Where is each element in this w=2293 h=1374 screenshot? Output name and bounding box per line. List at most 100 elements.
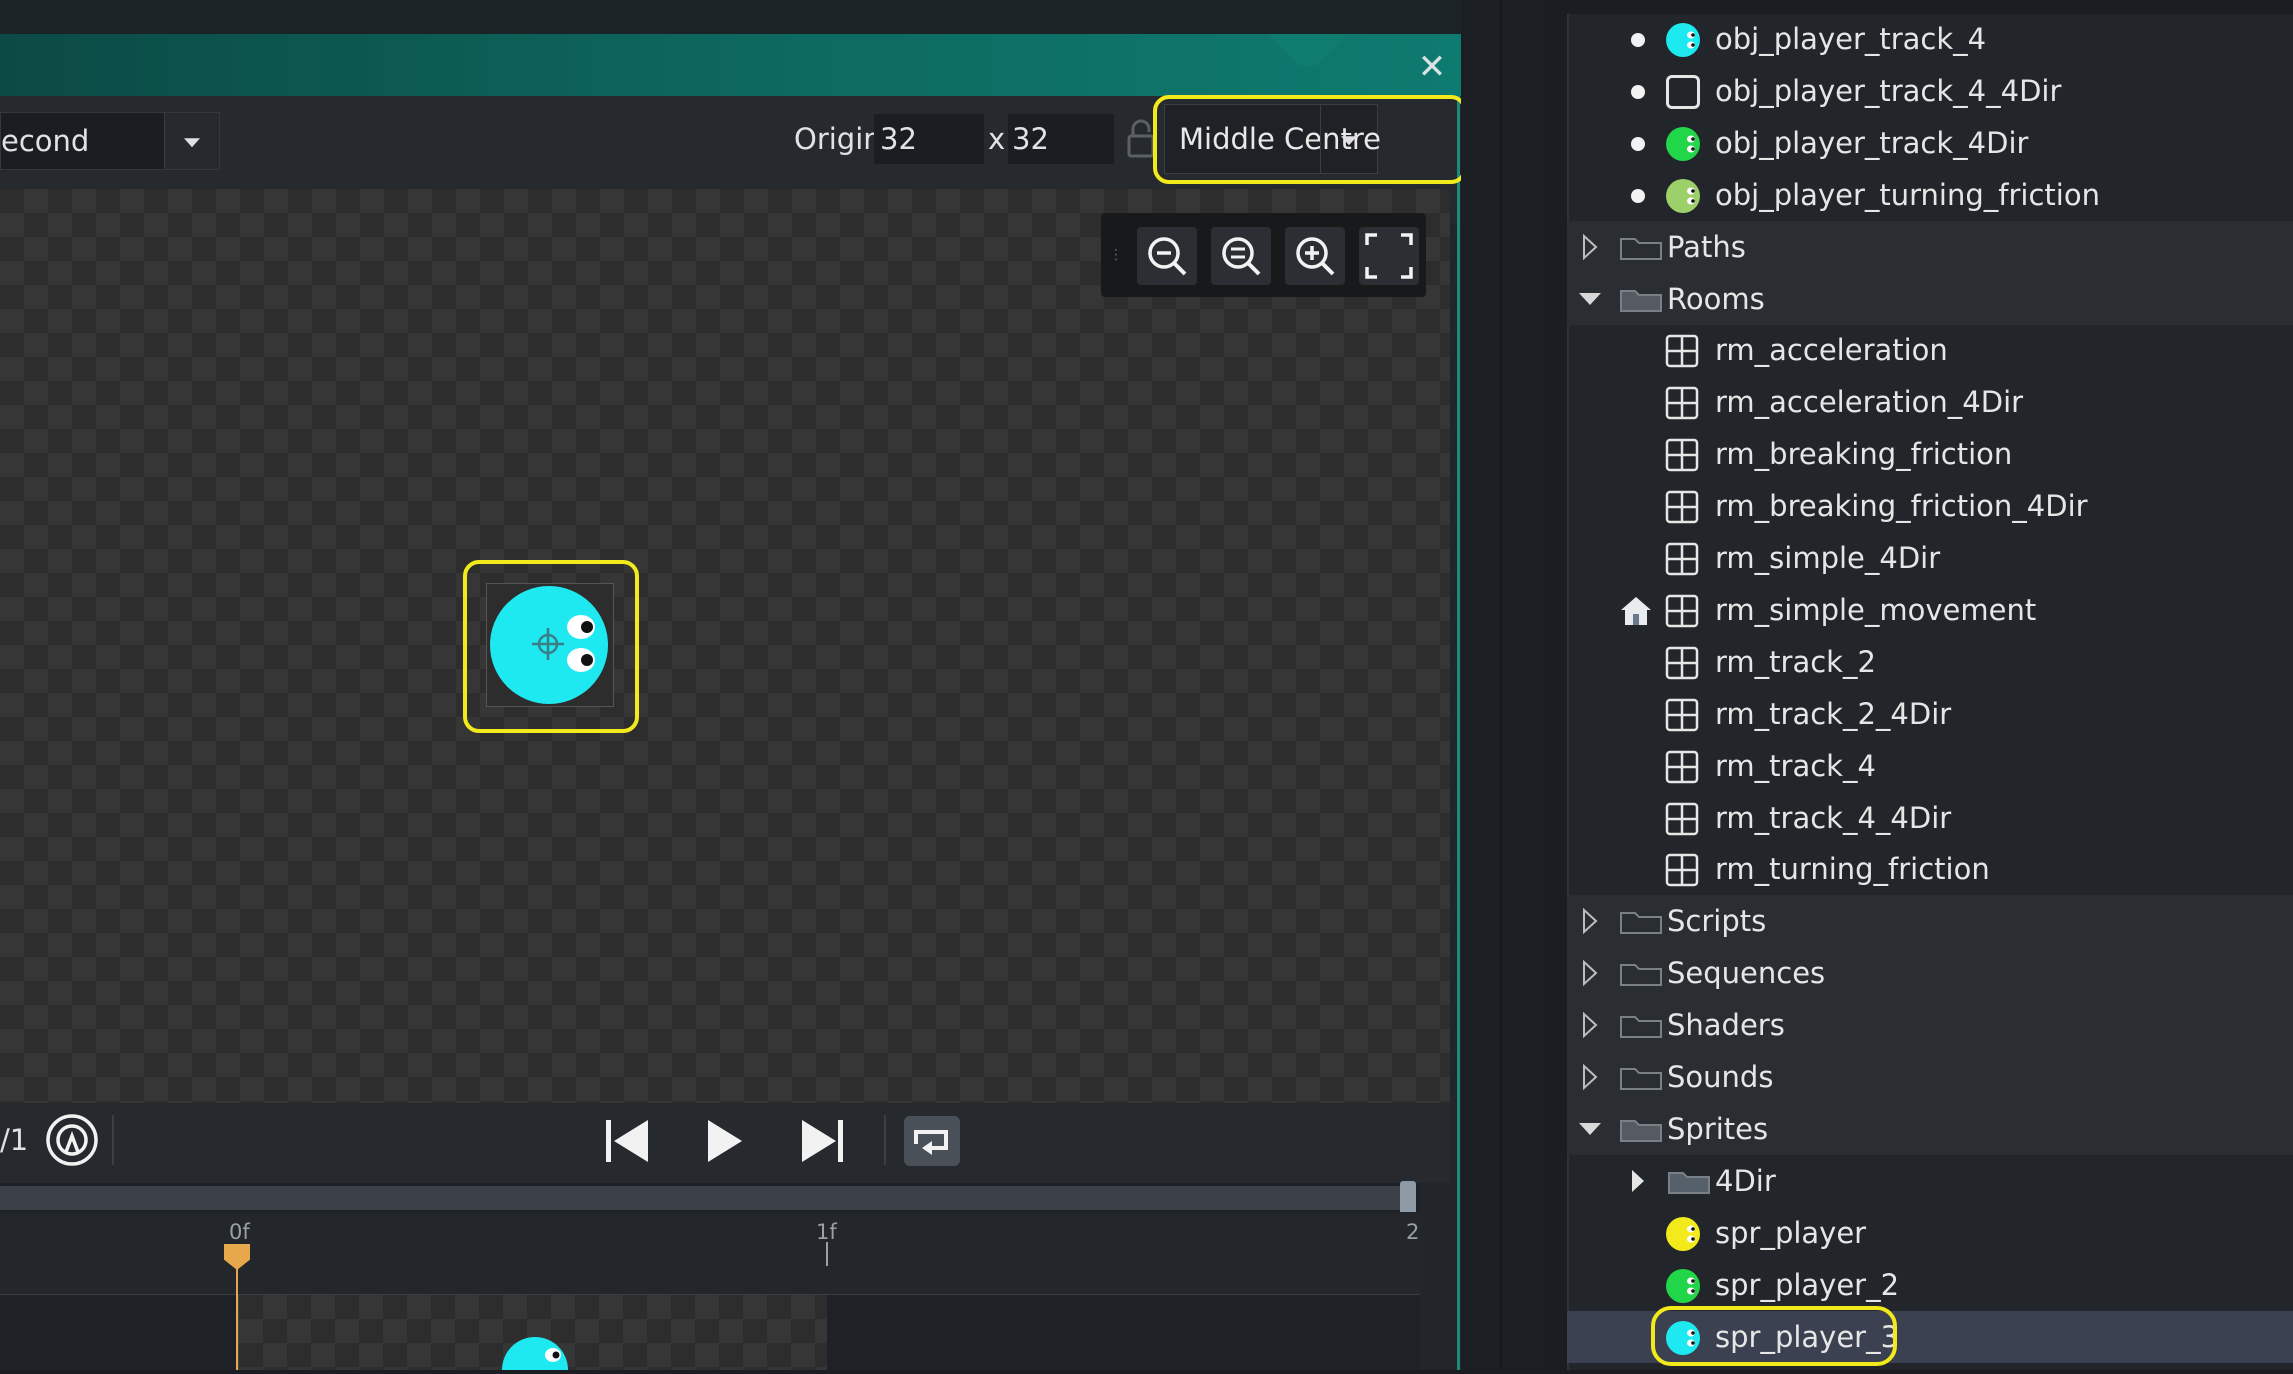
origin-label: Origin bbox=[794, 122, 882, 156]
highlight-sprite bbox=[463, 560, 639, 733]
chevron-down-icon[interactable] bbox=[1575, 1103, 1605, 1155]
asset-row[interactable]: obj_player_track_4_4Dir bbox=[1567, 65, 2293, 117]
asset-row[interactable]: obj_player_track_4Dir bbox=[1567, 117, 2293, 169]
chevron-down-icon[interactable] bbox=[164, 113, 219, 169]
folder-icon bbox=[1619, 1065, 1663, 1091]
zoom-toolbar: ⋮ bbox=[1101, 213, 1426, 297]
folder-icon bbox=[1667, 1169, 1711, 1195]
object-icon bbox=[1666, 126, 1700, 161]
playhead-line bbox=[236, 1268, 238, 1370]
asset-row[interactable]: spr_player bbox=[1567, 1207, 2293, 1259]
timeline-scrubber[interactable] bbox=[0, 1186, 1410, 1210]
asset-label: Scripts bbox=[1667, 904, 1767, 939]
zoom-in-icon[interactable] bbox=[1285, 227, 1345, 285]
asset-row[interactable]: rm_track_2 bbox=[1567, 636, 2293, 688]
workspace-gap bbox=[1461, 0, 1548, 1370]
asset-row[interactable]: Sprites bbox=[1567, 1102, 2293, 1155]
asset-label: obj_player_turning_friction bbox=[1715, 177, 2100, 212]
toolbar-divider bbox=[884, 1115, 886, 1165]
chevron-right-icon[interactable] bbox=[1575, 947, 1605, 999]
asset-row[interactable]: rm_track_4 bbox=[1567, 740, 2293, 792]
highlight-selected-sprite bbox=[1651, 1306, 1897, 1366]
asset-label: rm_track_2 bbox=[1715, 644, 1876, 679]
object-icon bbox=[1666, 74, 1700, 109]
asset-label: rm_breaking_friction_4Dir bbox=[1715, 489, 2088, 524]
sprite-canvas[interactable] bbox=[0, 189, 1450, 1103]
asset-row[interactable]: Sequences bbox=[1567, 947, 2293, 1000]
asset-row[interactable]: Shaders bbox=[1567, 999, 2293, 1052]
asset-label: obj_player_track_4_4Dir bbox=[1715, 73, 2062, 108]
window-edge bbox=[1457, 96, 1460, 1370]
asset-row[interactable]: obj_player_track_4 bbox=[1567, 13, 2293, 65]
zoom-reset-icon[interactable] bbox=[1211, 227, 1271, 285]
tick-label: 1f bbox=[816, 1220, 837, 1244]
asset-row[interactable]: Paths bbox=[1567, 220, 2293, 273]
asset-row[interactable]: rm_track_4_4Dir bbox=[1567, 792, 2293, 844]
grip-icon[interactable]: ⋮ bbox=[1109, 247, 1123, 263]
room-icon bbox=[1665, 594, 1699, 628]
fit-to-screen-icon[interactable] bbox=[1359, 227, 1419, 285]
asset-row[interactable]: rm_acceleration bbox=[1567, 324, 2293, 376]
ruler-tick bbox=[826, 1242, 828, 1266]
asset-row[interactable]: 4Dir bbox=[1567, 1155, 2293, 1207]
frame-counter: /1 bbox=[0, 1123, 29, 1157]
chevron-down-icon[interactable] bbox=[1575, 273, 1605, 325]
play-icon[interactable] bbox=[696, 1114, 756, 1168]
room-icon bbox=[1665, 802, 1699, 836]
asset-label: rm_track_2_4Dir bbox=[1715, 696, 1952, 731]
room-icon bbox=[1665, 646, 1699, 680]
asset-row[interactable]: Sounds bbox=[1567, 1051, 2293, 1103]
playback-speed-select[interactable]: econd bbox=[0, 112, 220, 170]
editor-titlebar[interactable] bbox=[0, 34, 1461, 96]
origin-y-input[interactable]: 32 bbox=[1008, 114, 1114, 164]
chevron-right-icon[interactable] bbox=[1575, 1051, 1605, 1103]
onion-skin-icon[interactable] bbox=[44, 1112, 100, 1168]
asset-row[interactable]: rm_acceleration_4Dir bbox=[1567, 376, 2293, 428]
timeline-frame-cell[interactable] bbox=[238, 1295, 827, 1374]
folder-icon bbox=[1619, 235, 1663, 261]
skip-to-start-icon[interactable] bbox=[598, 1114, 658, 1168]
skip-to-end-icon[interactable] bbox=[792, 1114, 852, 1168]
asset-row[interactable]: Rooms bbox=[1567, 272, 2293, 325]
folder-icon bbox=[1619, 909, 1663, 935]
asset-row[interactable]: rm_simple_4Dir bbox=[1567, 532, 2293, 584]
timeline-ruler[interactable]: 0f 1f 2 bbox=[0, 1212, 1420, 1295]
chevron-right-icon[interactable] bbox=[1575, 999, 1605, 1051]
chevron-right-icon[interactable] bbox=[1623, 1155, 1653, 1207]
close-icon[interactable]: ✕ bbox=[1410, 48, 1454, 86]
room-icon bbox=[1665, 698, 1699, 732]
speed-select-value: econd bbox=[1, 124, 90, 158]
origin-x-input[interactable]: 32 bbox=[874, 114, 984, 164]
asset-row[interactable]: rm_simple_movement bbox=[1567, 584, 2293, 636]
toolbar-divider bbox=[112, 1115, 114, 1165]
room-icon bbox=[1665, 438, 1699, 472]
object-icon bbox=[1666, 23, 1700, 57]
tick-label: 2 bbox=[1406, 1220, 1420, 1244]
asset-label: Shaders bbox=[1667, 1008, 1785, 1043]
asset-row[interactable]: spr_player_2 bbox=[1567, 1259, 2293, 1311]
asset-label: rm_simple_4Dir bbox=[1715, 541, 1941, 575]
zoom-out-icon[interactable] bbox=[1137, 227, 1197, 285]
asset-row[interactable]: rm_turning_friction bbox=[1567, 843, 2293, 895]
asset-row[interactable]: rm_breaking_friction bbox=[1567, 428, 2293, 480]
scrubber-end-handle[interactable] bbox=[1400, 1181, 1416, 1215]
window-backdrop bbox=[0, 0, 1548, 34]
room-icon bbox=[1665, 334, 1699, 368]
asset-row[interactable]: obj_player_turning_friction bbox=[1567, 169, 2293, 221]
asset-label: Sequences bbox=[1667, 956, 1826, 991]
asset-row[interactable]: rm_track_2_4Dir bbox=[1567, 688, 2293, 740]
asset-row[interactable]: Scripts bbox=[1567, 895, 2293, 948]
asset-row[interactable]: rm_breaking_friction_4Dir bbox=[1567, 480, 2293, 532]
asset-label: spr_player_2 bbox=[1715, 1267, 1900, 1302]
room-icon bbox=[1665, 386, 1699, 420]
asset-label: 4Dir bbox=[1715, 1163, 1776, 1198]
asset-label: Sounds bbox=[1667, 1060, 1774, 1094]
room-icon bbox=[1665, 542, 1699, 576]
asset-browser-header bbox=[1567, 0, 2293, 14]
chevron-right-icon[interactable] bbox=[1575, 221, 1605, 273]
chevron-right-icon[interactable] bbox=[1575, 895, 1605, 947]
asset-label: Sprites bbox=[1667, 1111, 1769, 1146]
loop-toggle-icon[interactable] bbox=[902, 1114, 962, 1168]
asset-label: rm_track_4_4Dir bbox=[1715, 800, 1952, 835]
asset-label: spr_player bbox=[1715, 1215, 1867, 1250]
